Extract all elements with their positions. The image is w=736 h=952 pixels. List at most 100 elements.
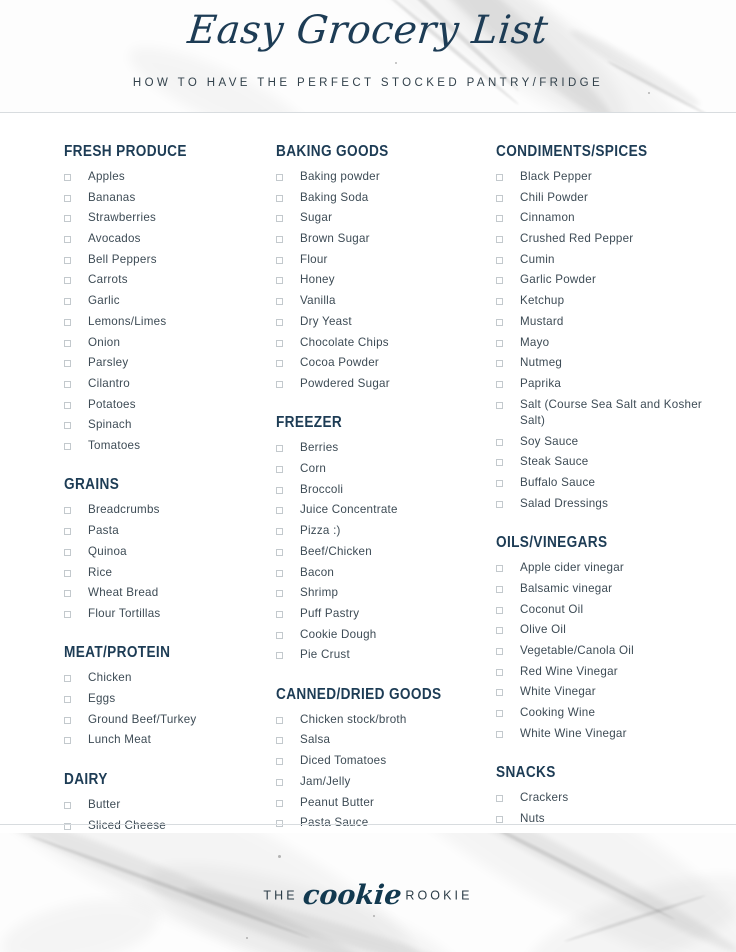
- checklist-item[interactable]: Cooking Wine: [496, 706, 722, 722]
- checkbox-icon[interactable]: [276, 548, 283, 556]
- checkbox-icon[interactable]: [496, 339, 503, 347]
- checklist-item[interactable]: Lemons/Limes: [64, 315, 276, 331]
- checkbox-icon[interactable]: [496, 215, 503, 223]
- checklist-item[interactable]: Breadcrumbs: [64, 503, 276, 519]
- checklist-item[interactable]: Bell Peppers: [64, 253, 276, 269]
- checkbox-icon[interactable]: [496, 277, 503, 285]
- checklist-item[interactable]: Quinoa: [64, 545, 276, 561]
- checklist-item[interactable]: Nutmeg: [496, 356, 722, 372]
- checklist-item[interactable]: Salt (Course Sea Salt and Kosher Salt): [496, 398, 722, 430]
- checklist-item[interactable]: Puff Pastry: [276, 607, 496, 623]
- checklist-item[interactable]: Bananas: [64, 191, 276, 207]
- checkbox-icon[interactable]: [276, 339, 283, 347]
- checklist-item[interactable]: Wheat Bread: [64, 586, 276, 602]
- checkbox-icon[interactable]: [64, 696, 71, 704]
- checkbox-icon[interactable]: [496, 480, 503, 488]
- checkbox-icon[interactable]: [496, 298, 503, 306]
- checklist-item[interactable]: Eggs: [64, 692, 276, 708]
- checkbox-icon[interactable]: [496, 500, 503, 508]
- checkbox-icon[interactable]: [64, 801, 71, 809]
- checkbox-icon[interactable]: [64, 528, 71, 536]
- checkbox-icon[interactable]: [496, 380, 503, 388]
- checklist-item[interactable]: Corn: [276, 462, 496, 478]
- checkbox-icon[interactable]: [496, 194, 503, 202]
- checkbox-icon[interactable]: [64, 318, 71, 326]
- checkbox-icon[interactable]: [64, 610, 71, 618]
- checkbox-icon[interactable]: [496, 438, 503, 446]
- checklist-item[interactable]: Cocoa Powder: [276, 356, 496, 372]
- checkbox-icon[interactable]: [64, 215, 71, 223]
- checklist-item[interactable]: Strawberries: [64, 211, 276, 227]
- checkbox-icon[interactable]: [276, 298, 283, 306]
- checkbox-icon[interactable]: [64, 716, 71, 724]
- checklist-item[interactable]: Chili Powder: [496, 191, 722, 207]
- checkbox-icon[interactable]: [276, 652, 283, 660]
- checkbox-icon[interactable]: [64, 737, 71, 745]
- checklist-item[interactable]: Vanilla: [276, 294, 496, 310]
- checklist-item[interactable]: Pasta: [64, 524, 276, 540]
- checkbox-icon[interactable]: [276, 466, 283, 474]
- checkbox-icon[interactable]: [496, 668, 503, 676]
- checkbox-icon[interactable]: [64, 174, 71, 181]
- checkbox-icon[interactable]: [64, 236, 71, 244]
- checkbox-icon[interactable]: [276, 277, 283, 285]
- checkbox-icon[interactable]: [496, 459, 503, 467]
- checklist-item[interactable]: Mustard: [496, 315, 722, 331]
- checkbox-icon[interactable]: [496, 710, 503, 718]
- checkbox-icon[interactable]: [64, 442, 71, 450]
- checklist-item[interactable]: Apples: [64, 170, 276, 186]
- checklist-item[interactable]: Butter: [64, 798, 276, 814]
- checklist-item[interactable]: Juice Concentrate: [276, 503, 496, 519]
- checkbox-icon[interactable]: [64, 360, 71, 368]
- checkbox-icon[interactable]: [496, 606, 503, 614]
- checklist-item[interactable]: Brown Sugar: [276, 232, 496, 248]
- checklist-item[interactable]: Cumin: [496, 253, 722, 269]
- checklist-item[interactable]: Berries: [276, 441, 496, 457]
- checklist-item[interactable]: Garlic: [64, 294, 276, 310]
- checkbox-icon[interactable]: [496, 689, 503, 697]
- checkbox-icon[interactable]: [496, 256, 503, 264]
- checklist-item[interactable]: Garlic Powder: [496, 273, 722, 289]
- checkbox-icon[interactable]: [496, 318, 503, 326]
- checklist-item[interactable]: Diced Tomatoes: [276, 754, 496, 770]
- checklist-item[interactable]: Chicken: [64, 671, 276, 687]
- checklist-item[interactable]: Potatoes: [64, 398, 276, 414]
- checkbox-icon[interactable]: [276, 758, 283, 766]
- checklist-item[interactable]: Salsa: [276, 733, 496, 749]
- checkbox-icon[interactable]: [276, 528, 283, 536]
- checklist-item[interactable]: Beef/Chicken: [276, 545, 496, 561]
- checklist-item[interactable]: Tomatoes: [64, 439, 276, 455]
- checkbox-icon[interactable]: [496, 816, 503, 823]
- checkbox-icon[interactable]: [496, 360, 503, 368]
- checklist-item[interactable]: White Vinegar: [496, 685, 722, 701]
- checklist-item[interactable]: Jam/Jelly: [276, 775, 496, 791]
- checkbox-icon[interactable]: [276, 569, 283, 577]
- checkbox-icon[interactable]: [276, 215, 283, 223]
- checklist-item[interactable]: Flour: [276, 253, 496, 269]
- checklist-item[interactable]: Soy Sauce: [496, 435, 722, 451]
- checkbox-icon[interactable]: [276, 318, 283, 326]
- checkbox-icon[interactable]: [276, 194, 283, 202]
- checkbox-icon[interactable]: [64, 298, 71, 306]
- checklist-item[interactable]: Pizza :): [276, 524, 496, 540]
- checklist-item[interactable]: Crackers: [496, 791, 722, 807]
- checkbox-icon[interactable]: [276, 737, 283, 745]
- checklist-item[interactable]: Pie Crust: [276, 648, 496, 664]
- checklist-item[interactable]: Bacon: [276, 566, 496, 582]
- checklist-item[interactable]: Mayo: [496, 336, 722, 352]
- checklist-item[interactable]: Salad Dressings: [496, 497, 722, 513]
- checkbox-icon[interactable]: [276, 610, 283, 618]
- checklist-item[interactable]: Rice: [64, 566, 276, 582]
- checklist-item[interactable]: Chocolate Chips: [276, 336, 496, 352]
- checklist-item[interactable]: Buffalo Sauce: [496, 476, 722, 492]
- checkbox-icon[interactable]: [64, 194, 71, 202]
- checkbox-icon[interactable]: [64, 675, 71, 683]
- checklist-item[interactable]: Crushed Red Pepper: [496, 232, 722, 248]
- checklist-item[interactable]: Nuts: [496, 812, 722, 828]
- checkbox-icon[interactable]: [496, 795, 503, 803]
- checklist-item[interactable]: Black Pepper: [496, 170, 722, 186]
- checklist-item[interactable]: Ground Beef/Turkey: [64, 713, 276, 729]
- checklist-item[interactable]: Dry Yeast: [276, 315, 496, 331]
- checkbox-icon[interactable]: [276, 778, 283, 786]
- checkbox-icon[interactable]: [496, 627, 503, 635]
